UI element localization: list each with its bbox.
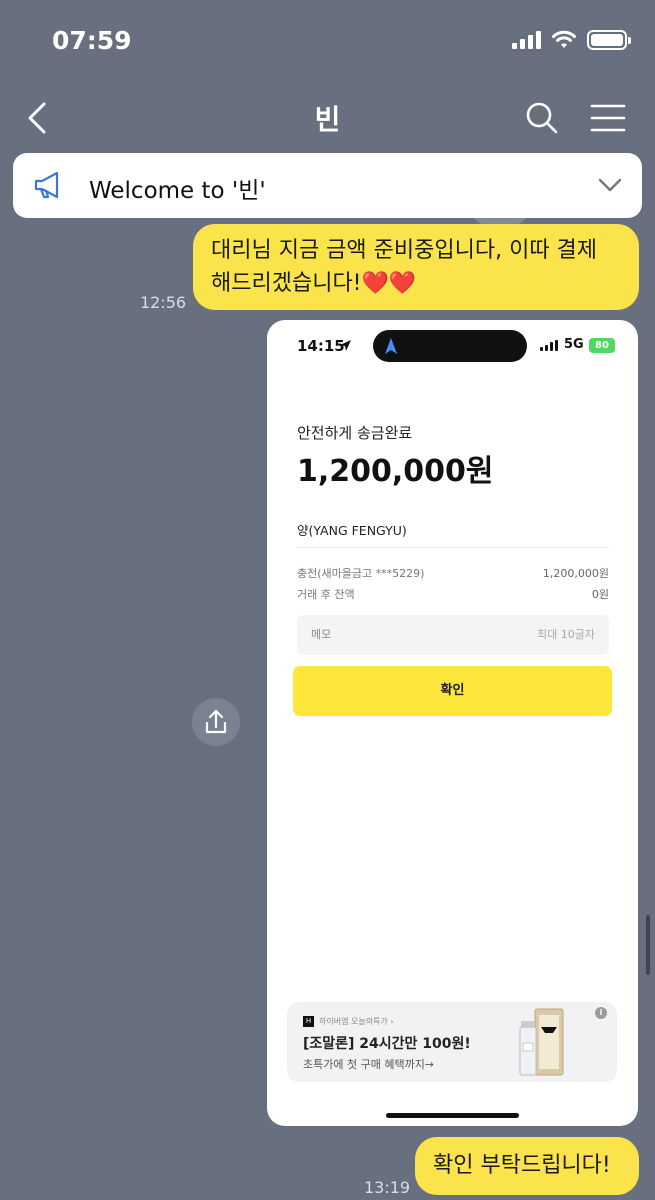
info-icon: i [595,1007,607,1019]
detail-row: 거래 후 잔액 0원 [297,586,609,602]
location-arrow-icon [340,340,351,351]
chevron-down-icon[interactable] [598,173,622,197]
detail-value: 0원 [591,588,609,601]
chat-header: 빈 [0,88,655,257]
menu-icon[interactable] [588,98,628,138]
dynamic-island [373,330,527,362]
ad-subtitle: 초특가에 첫 구매 혜택까지→ [303,1058,435,1071]
recipient-name: 양(YANG FENGYU) [297,523,407,538]
message-bubble[interactable]: 대리님 지금 금액 준비중입니다, 이따 결제 해드리겠습니다!❤️❤️ [193,224,639,310]
ad-source: 하이버엠 오늘의특가 › [319,1017,394,1026]
home-indicator [386,1113,519,1118]
memo-field: 메모 최대 10글자 [297,615,609,655]
battery-icon [587,30,631,50]
announcement-banner[interactable]: Welcome to '빈' [13,153,642,218]
image-status-time: 14:15 [297,337,345,355]
divider [297,547,609,548]
megaphone-icon [34,171,59,199]
memo-hint: 최대 10글자 [537,628,595,641]
status-icons [512,30,631,50]
image-battery-badge: 80 [589,338,615,353]
share-icon [205,709,227,734]
navigation-icon [385,338,397,354]
image-status-bar: 14:15 5G 80 [267,320,638,370]
share-button[interactable] [192,698,240,746]
ad-banner: H 하이버엠 오늘의특가 › [조말론] 24시간만 100원! 초특가에 첫 … [287,1002,617,1082]
scrollbar[interactable] [646,915,650,975]
back-icon[interactable] [22,96,62,140]
announcement-text: Welcome to '빈' [89,178,266,204]
memo-label: 메모 [311,628,332,641]
transfer-amount: 1,200,000원 [297,454,494,489]
status-bar: 07:59 [0,0,655,80]
message-time: 12:56 [140,293,187,312]
confirm-button: 확인 [293,666,612,716]
detail-label: 충전(새마을금고 ***5229) [297,567,425,580]
message-time: 13:19 [364,1178,411,1197]
status-time: 07:59 [52,26,132,55]
detail-label: 거래 후 잔액 [297,588,355,601]
detail-value: 1,200,000원 [542,567,609,580]
image-message[interactable]: 14:15 5G 80 안전하게 송금완료 1,200,000원 양(YANG … [267,320,638,1126]
image-signal-icon [540,340,558,351]
detail-row: 충전(새마을금고 ***5229) 1,200,000원 [297,565,609,581]
ad-title: [조말론] 24시간만 100원! [303,1036,471,1052]
message-bubble[interactable]: 확인 부탁드립니다! [415,1137,639,1195]
search-icon[interactable] [522,98,562,138]
ad-logo: H [303,1016,314,1027]
transfer-done-label: 안전하게 송금완료 [297,424,413,442]
image-network-label: 5G [564,337,584,352]
perfume-bottle-icon [519,1008,564,1076]
cellular-signal-icon [512,31,541,49]
wifi-icon [552,30,576,48]
